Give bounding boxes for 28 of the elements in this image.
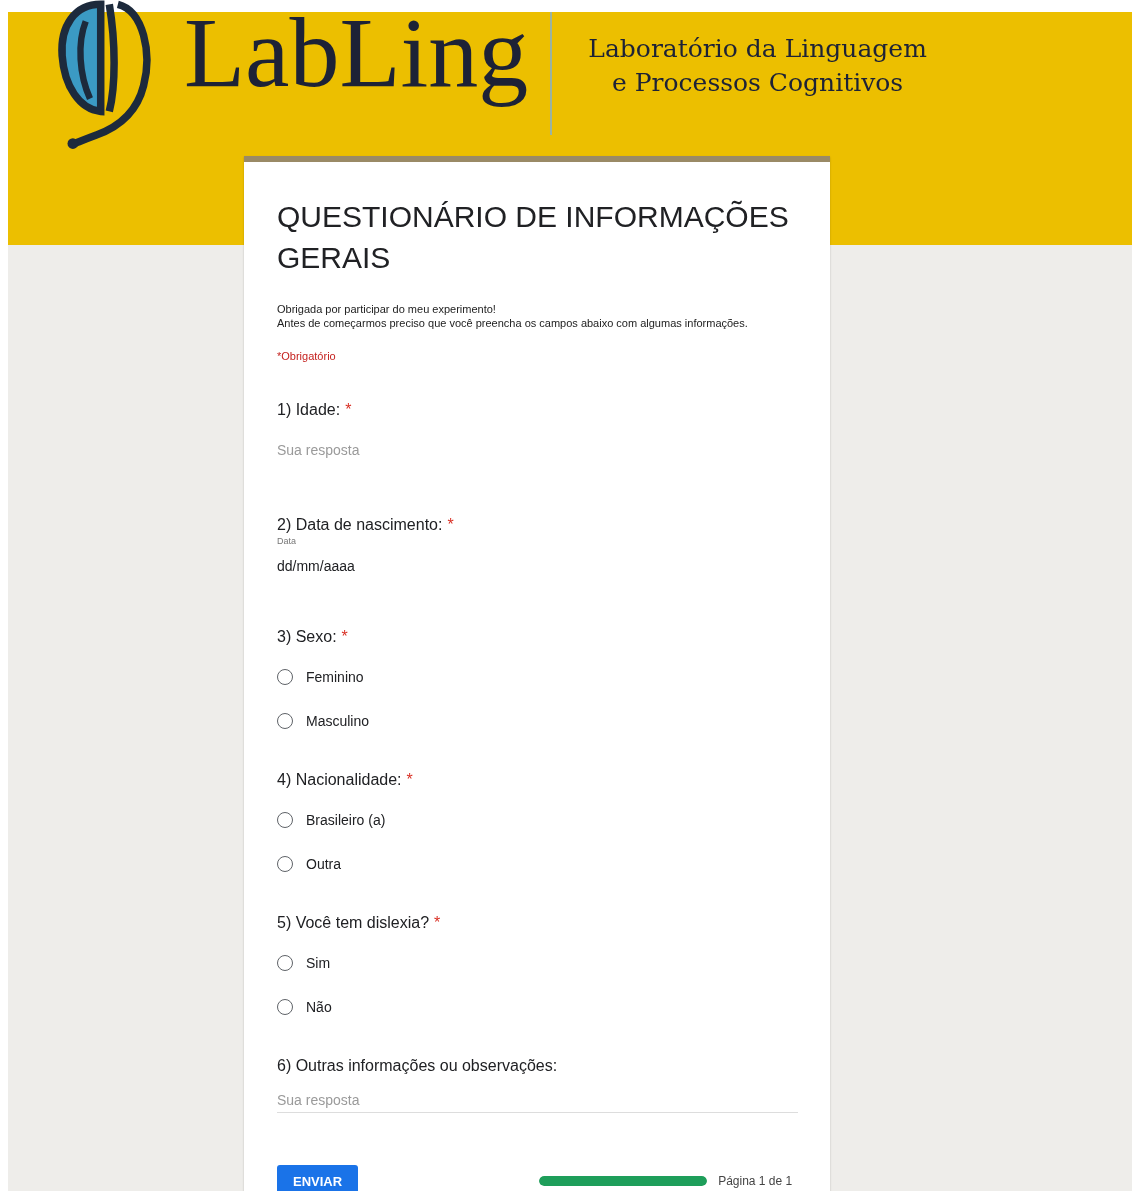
option-label: Não: [306, 999, 332, 1015]
option-label: Feminino: [306, 669, 364, 685]
question-label: 4) Nacionalidade:: [277, 770, 402, 790]
question-label: 3) Sexo:: [277, 627, 337, 647]
logo-text: LabLing: [184, 0, 529, 108]
lab-subtitle: Laboratório da Linguagem e Processos Cognitivos: [588, 33, 927, 99]
date-field[interactable]: dd/mm/aaaa: [277, 558, 798, 574]
option-label: Outra: [306, 856, 341, 872]
date-sublabel: Data: [277, 536, 297, 546]
answer-field[interactable]: Sua resposta: [277, 442, 798, 458]
required-note: *Obrigatório: [277, 350, 337, 362]
page-indicator: Página 1 de 1: [718, 1174, 793, 1188]
option-label: Masculino: [306, 713, 370, 729]
answer-field[interactable]: Sua resposta: [277, 1092, 798, 1113]
submit-button[interactable]: ENVIAR: [277, 1165, 359, 1191]
option-label: Sim: [306, 955, 331, 971]
form-description: Obrigada por participar do meu experimento! Antes de começarmos preciso que você preencha os campos abaixo com algumas informações.: [277, 302, 749, 330]
question-label: 2) Data de nascimento:: [277, 515, 443, 535]
required-mark: *: [345, 400, 352, 420]
question-label: 5) Você tem dislexia?: [277, 913, 430, 933]
required-mark: *: [447, 515, 454, 535]
form-title: QUESTIONÁRIO DE INFORMAÇÕES GERAIS: [277, 199, 790, 276]
required-mark: *: [341, 627, 348, 647]
required-mark: *: [406, 770, 413, 790]
question-label: 6) Outras informações ou observações:: [277, 1056, 558, 1076]
option-label: Brasileiro (a): [306, 812, 386, 828]
question-label: 1) Idade:: [277, 400, 341, 420]
required-mark: *: [434, 913, 441, 933]
